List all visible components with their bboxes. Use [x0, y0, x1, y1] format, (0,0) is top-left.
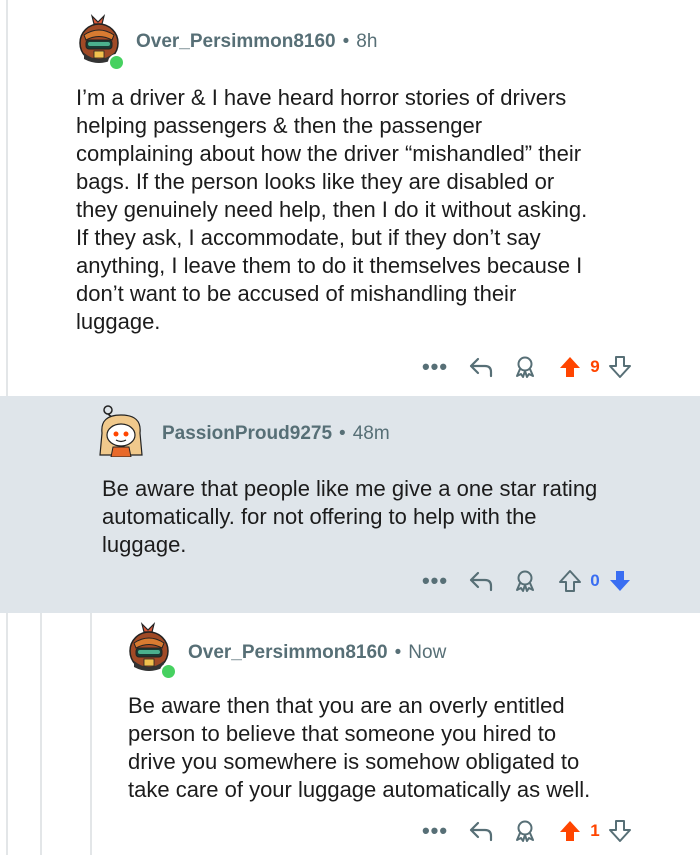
downvote-button[interactable]	[608, 355, 632, 379]
comment-line: luggage.	[76, 309, 161, 334]
comment-body: Be aware that people like me give a one …	[102, 475, 597, 559]
comment-meta: Over_Persimmon8160 • 8h	[136, 31, 377, 53]
comment-body: Be aware then that you are an overly ent…	[128, 692, 590, 804]
upvote-button[interactable]	[558, 355, 582, 379]
comment-line: helping passengers & then the passenger	[76, 113, 483, 138]
comment-line: Be aware that people like me give a one …	[102, 476, 598, 501]
username-link[interactable]: Over_Persimmon8160	[136, 31, 336, 52]
online-status-icon	[108, 54, 125, 71]
more-options-icon[interactable]: •••	[418, 354, 452, 380]
comment-body: I’m a driver & I have heard horror stori…	[76, 84, 587, 336]
comment: Over_Persimmon8160 • 8h I’m a driver & I h…	[0, 0, 700, 396]
more-options-icon[interactable]: •••	[418, 568, 452, 594]
online-status-icon	[160, 663, 177, 680]
comment-line: don’t want to be accused of mishandling …	[76, 281, 517, 306]
award-button[interactable]	[512, 819, 538, 843]
comment-line: If they ask, I accommodate, but if they …	[76, 225, 541, 250]
timestamp: 48m	[352, 423, 390, 444]
comment-line: person to believe that someone you hired…	[128, 721, 557, 746]
comment-line: luggage.	[102, 532, 187, 557]
award-icon	[516, 570, 534, 592]
vote-score: 9	[590, 357, 600, 376]
comment-line: Be aware then that you are an overly ent…	[128, 693, 565, 718]
comment-line: bags. If the person looks like they are …	[76, 169, 555, 194]
upvote-arrow-icon	[560, 821, 580, 841]
reply-icon	[469, 571, 493, 592]
reply-icon	[469, 357, 493, 378]
comment-highlighted: PassionProud9275 • 48m Be aware that peopl…	[0, 396, 700, 613]
vote-score: 1	[590, 821, 600, 840]
comment-meta: Over_Persimmon8160 • Now	[188, 642, 446, 664]
reply-button[interactable]	[468, 356, 494, 378]
user-avatar[interactable]	[94, 403, 148, 457]
reply-button[interactable]	[468, 570, 494, 592]
upvote-button[interactable]	[558, 569, 582, 593]
vote-score: 0	[590, 571, 600, 590]
award-button[interactable]	[512, 355, 538, 379]
comment-line: complaining about how the driver “mishan…	[76, 141, 582, 166]
downvote-arrow-icon	[609, 820, 631, 842]
reply-icon	[469, 821, 493, 842]
snoo-avatar-blonde-icon	[99, 405, 143, 457]
comment-actions: ••• 1	[418, 814, 632, 848]
downvote-button[interactable]	[608, 819, 632, 843]
meta-separator: •	[342, 31, 350, 52]
timestamp: Now	[408, 642, 447, 663]
comment-line: take care of your luggage automatically …	[128, 777, 591, 802]
username-link[interactable]: Over_Persimmon8160	[188, 642, 388, 663]
upvote-arrow-icon	[560, 357, 580, 377]
meta-separator: •	[394, 642, 402, 663]
award-button[interactable]	[512, 569, 538, 593]
downvote-button[interactable]	[608, 569, 632, 593]
reply-button[interactable]	[468, 820, 494, 842]
timestamp: 8h	[356, 31, 378, 52]
downvote-arrow-icon	[610, 571, 630, 591]
comment-line: drive you somewhere is somehow obligated…	[128, 749, 580, 774]
award-icon	[516, 356, 534, 378]
award-icon	[516, 820, 534, 842]
upvote-arrow-icon	[559, 570, 581, 592]
comment-line: I’m a driver & I have heard horror stori…	[76, 85, 567, 110]
meta-separator: •	[339, 423, 346, 444]
comment-actions: ••• 9	[418, 350, 632, 384]
comment-line: automatically. for not offering to help …	[102, 504, 537, 529]
upvote-button[interactable]	[558, 819, 582, 843]
comment-meta: PassionProud9275 • 48m	[162, 423, 390, 445]
comment-line: they genuinely need help, then I do it w…	[76, 197, 588, 222]
comment-actions: ••• 0	[418, 564, 632, 598]
downvote-arrow-icon	[609, 356, 631, 378]
comment-line: anything, I leave them to do it themselv…	[76, 253, 583, 278]
username-link[interactable]: PassionProud9275	[162, 423, 332, 444]
more-options-icon[interactable]: •••	[418, 818, 452, 844]
comment: Over_Persimmon8160 • Now Be aware then tha…	[0, 613, 700, 855]
